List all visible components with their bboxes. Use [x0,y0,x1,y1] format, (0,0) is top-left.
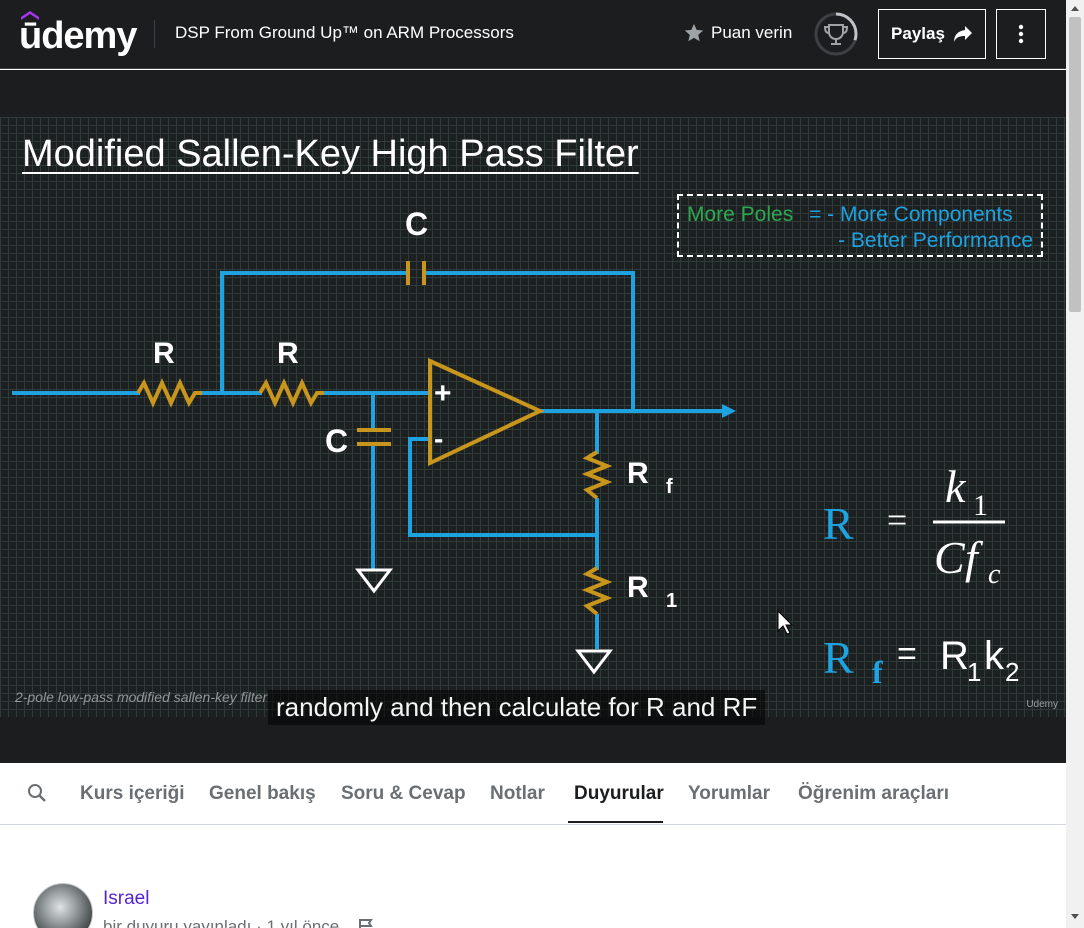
circuit-diagram: C R R C + - R f R 1 R = k 1 C f c R f = … [12,206,1019,690]
label-r1-r: R [627,571,649,604]
formula-r1-sub: 1 [967,657,981,687]
formula-k-sub: 1 [973,489,988,522]
more-options-button[interactable] [996,9,1046,59]
active-tab-indicator [568,821,663,823]
formula-rf-sub: f [872,654,883,690]
formula-eq2: = [897,635,917,673]
capacitor-c-left [357,428,391,446]
formula-f: f [965,532,984,583]
label-r-left: R [153,337,175,370]
label-minus: - [434,423,443,454]
progress-trophy-button[interactable] [813,11,859,57]
capacitor-c-top [406,261,426,285]
scroll-thumb[interactable] [1069,17,1081,312]
formula-c: C [934,532,966,583]
rate-course-button[interactable]: Puan verin [683,22,792,44]
label-c-top: C [405,206,428,242]
video-player[interactable]: Modified Sallen-Key High Pass Filter Mor… [0,70,1066,763]
formula-eq: = [887,500,907,540]
label-c-left: C [325,423,348,459]
scroll-down-arrow-icon[interactable] [1070,913,1080,921]
tab-course-content[interactable]: Kurs içeriği [80,783,185,805]
flag-icon[interactable] [358,918,374,928]
share-button[interactable]: Paylaş [878,9,986,59]
formula-k: k [945,461,967,512]
search-icon[interactable] [27,783,47,803]
scroll-up-arrow-icon[interactable] [1070,4,1080,12]
ground-symbols [354,568,614,675]
label-rf-r: R [627,457,649,490]
label-r1-sub: 1 [666,590,677,612]
output-arrow [722,404,736,418]
resistor-r-right [258,378,324,408]
more-vertical-icon [1018,24,1024,44]
video-subtitle: randomly and then calculate for R and RF [268,690,766,725]
formula-rf-r: R [823,632,854,683]
logo-text: ūdemy [19,15,137,57]
avatar[interactable] [33,883,93,928]
formula-rhs: = R 1 k 2 [897,634,1019,687]
star-icon [684,23,704,42]
label-rf-sub: f [666,476,673,498]
rate-label: Puan verin [711,23,793,42]
tab-notes[interactable]: Notlar [490,783,545,805]
formula-f-sub: c [988,559,1001,590]
course-header: ūdemy DSP From Ground Up™ on ARM Process… [0,0,1066,69]
formula-r: R [823,498,854,549]
tab-overview[interactable]: Genel bakış [209,783,316,805]
tab-qa[interactable]: Soru & Cevap [341,783,466,805]
course-tabs: Kurs içeriği Genel bakış Soru & Cevap No… [0,763,1066,825]
course-title[interactable]: DSP From Ground Up™ on ARM Processors [175,23,514,43]
formula-k2: k [984,634,1005,678]
tab-reviews[interactable]: Yorumlar [688,783,770,805]
resistor-r-left [136,378,202,408]
label-plus: + [434,377,452,410]
slide-caption: 2-pole low-pass modified sallen-key filt… [15,689,268,705]
header-divider [154,20,155,48]
udemy-watermark: Udemy [1026,699,1058,710]
tab-learning-tools[interactable]: Öğrenim araçları [798,783,949,805]
resistor-rf [581,450,613,500]
formula-r1: R [940,634,969,678]
share-arrow-icon [953,26,972,42]
label-r-right: R [277,337,299,370]
announcement-meta: bir duyuru yayınladı · 1 yıl önce [103,917,374,928]
page-scrollbar[interactable] [1066,0,1084,928]
circuit-wires [12,271,725,649]
trophy-icon [823,24,849,45]
tab-announcements[interactable]: Duyurular [574,783,664,805]
mouse-cursor-icon [777,609,794,635]
formula-k2-sub: 2 [1005,657,1019,687]
resistor-r1 [581,566,613,616]
share-label: Paylaş [891,24,945,43]
announcement-meta-text: bir duyuru yayınladı · 1 yıl önce [103,917,340,928]
lecture-slide: Modified Sallen-Key High Pass Filter Mor… [0,117,1066,717]
announcement-author[interactable]: Israel [103,888,149,910]
udemy-logo[interactable]: ūdemy [19,11,137,57]
announcements-panel: Israel bir duyuru yayınladı · 1 yıl önce [0,825,1066,928]
